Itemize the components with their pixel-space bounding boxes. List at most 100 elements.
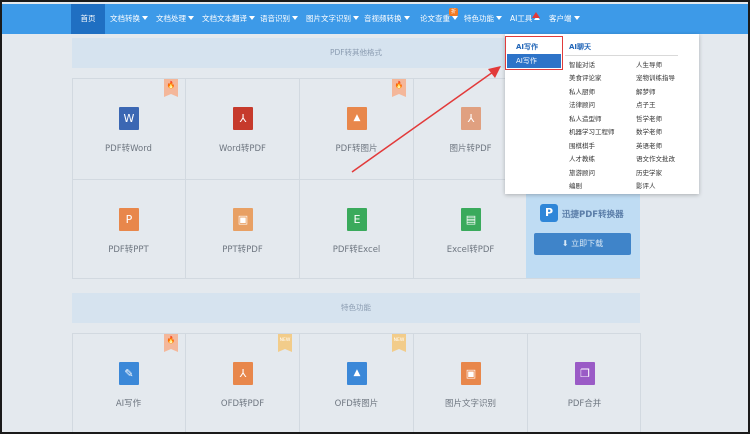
nav-client[interactable]: 客户端 xyxy=(549,4,580,34)
menu-item[interactable]: 机器学习工程师 xyxy=(569,126,615,136)
chevron-down-icon xyxy=(292,16,298,20)
menu-item[interactable]: 人才教练 xyxy=(569,153,595,163)
pdf-icon: ⅄ xyxy=(233,107,253,130)
menu-item[interactable]: 点子王 xyxy=(636,99,656,109)
nav-home[interactable]: 首页 xyxy=(71,4,105,34)
nav-label: 文档转换 xyxy=(110,14,140,23)
tool-label: Excel转PDF xyxy=(446,245,495,255)
tool-label: OFD转图片 xyxy=(334,399,379,409)
tool-tile[interactable]: 🔥 ▲ PDF转图片 xyxy=(300,79,413,178)
fire-badge: 🔥 xyxy=(164,334,178,352)
menu-item[interactable]: 数学老师 xyxy=(636,126,662,136)
nav-label: 客户端 xyxy=(549,14,572,23)
tool-tile[interactable]: 🔥 ✎ AI写作 xyxy=(72,334,185,432)
tool-label: AI写作 xyxy=(115,399,142,409)
tool-label: Word转PDF xyxy=(219,144,266,154)
ppt-icon: P xyxy=(119,208,139,231)
menu-item[interactable]: 英语老师 xyxy=(636,140,662,150)
nav-home-label: 首页 xyxy=(80,14,96,23)
nav-doc-process[interactable]: 文档处理 xyxy=(156,4,194,34)
new-badge: NEW xyxy=(278,334,292,352)
tool-label: OFD转PDF xyxy=(220,399,265,409)
fire-badge: 🔥 xyxy=(164,79,178,97)
menu-item[interactable]: 法律顾问 xyxy=(569,99,595,109)
image-icon: ▲ xyxy=(347,107,367,130)
nav-image-ocr[interactable]: 图片文字识别 xyxy=(306,4,359,34)
menu-item[interactable]: 解梦师 xyxy=(636,86,656,96)
ai-chat-header[interactable]: AI聊天 xyxy=(569,42,591,52)
pdf-icon: ⅄ xyxy=(461,107,481,130)
nav-features[interactable]: 特色功能 xyxy=(464,4,502,34)
menu-item[interactable]: 旅游顾问 xyxy=(569,167,595,177)
discount-badge: 折 xyxy=(449,8,458,16)
ppt-pdf-icon: ▣ xyxy=(233,208,253,231)
new-badge: NEW xyxy=(392,334,406,352)
browser-viewport: 首页 文档转换 文档处理 文档文本翻译 语音识别 图片文字识别 音视频转换 论文… xyxy=(0,0,750,434)
excel-pdf-icon: ▤ xyxy=(461,208,481,231)
tool-label: PPT转PDF xyxy=(222,245,263,255)
chevron-down-icon xyxy=(403,16,410,20)
tool-tile[interactable]: 🔥 W PDF转Word xyxy=(72,79,185,178)
nav-doc-convert[interactable]: 文档转换 xyxy=(110,4,148,34)
section-title-features: 特色功能 xyxy=(72,293,640,323)
tool-label: PDF转图片 xyxy=(335,144,378,154)
ai-writing-header[interactable]: AI写作 xyxy=(516,42,538,52)
nav-ai-tools[interactable]: AI工具 xyxy=(510,4,541,34)
merge-icon: ❐ xyxy=(575,362,595,385)
chevron-down-icon xyxy=(142,16,148,20)
promo-title: 迅捷PDF转换器 xyxy=(562,210,624,220)
tool-tile[interactable]: NEW ⅄ OFD转PDF xyxy=(186,334,299,432)
excel-icon: E xyxy=(347,208,367,231)
nav-label: 文档文本翻译 xyxy=(202,14,247,23)
main-nav: 首页 文档转换 文档处理 文档文本翻译 语音识别 图片文字识别 音视频转换 论文… xyxy=(2,4,748,34)
nav-label: 文档处理 xyxy=(156,14,186,23)
chevron-down-icon xyxy=(249,16,255,20)
menu-item[interactable]: 私人造型师 xyxy=(569,113,602,123)
tool-label: PDF转Excel xyxy=(332,245,381,255)
chevron-down-icon xyxy=(573,16,580,20)
ai-writing-item[interactable]: AI写作 xyxy=(507,54,561,68)
menu-item[interactable]: 影评人 xyxy=(636,180,656,190)
fire-badge: 🔥 xyxy=(392,79,406,97)
tool-tile[interactable]: ▣ 图片文字识别 xyxy=(414,334,527,432)
tool-label: PDF合并 xyxy=(567,399,602,409)
word-icon: W xyxy=(119,107,139,130)
ocr-icon: ▣ xyxy=(461,362,481,385)
menu-item[interactable]: 历史学家 xyxy=(636,167,662,177)
tool-tile[interactable]: NEW ▲ OFD转图片 xyxy=(300,334,413,432)
nav-label: 论文查重 xyxy=(420,14,450,23)
image-icon: ▲ xyxy=(347,362,367,385)
nav-av-convert[interactable]: 音视频转换 xyxy=(364,4,410,34)
nav-label: 特色功能 xyxy=(464,14,494,23)
app-logo: P xyxy=(540,204,558,222)
menu-item[interactable]: 美食评论家 xyxy=(569,72,602,82)
tool-tile[interactable]: P PDF转PPT xyxy=(72,180,185,279)
chevron-down-icon xyxy=(452,16,458,20)
menu-item[interactable]: 宠物训练指导 xyxy=(636,72,675,82)
nav-speech-recognition[interactable]: 语音识别 xyxy=(260,4,298,34)
tool-label: PDF转Word xyxy=(105,144,152,154)
pdf-icon: ⅄ xyxy=(233,362,253,385)
divider xyxy=(565,55,678,56)
tool-tile[interactable]: ▤ Excel转PDF xyxy=(414,180,527,279)
menu-item[interactable]: 智能对话 xyxy=(569,59,595,69)
tool-tile[interactable]: E PDF转Excel xyxy=(300,180,413,279)
menu-item[interactable]: 语文作文批改 xyxy=(636,153,675,163)
dropdown-left-column: AI写作 AI写作 xyxy=(505,34,563,194)
download-button[interactable]: ⬇ 立即下载 xyxy=(534,233,631,255)
menu-item[interactable]: 人生导师 xyxy=(636,59,662,69)
menu-item[interactable]: 围棋棋手 xyxy=(569,140,595,150)
nav-label: AI工具 xyxy=(510,14,533,23)
menu-item[interactable]: 哲学老师 xyxy=(636,113,662,123)
nav-label: 图片文字识别 xyxy=(306,14,351,23)
chevron-down-icon xyxy=(496,16,502,20)
tool-tile[interactable]: ▣ PPT转PDF xyxy=(186,180,299,279)
nav-doc-translate[interactable]: 文档文本翻译 xyxy=(202,4,255,34)
menu-item[interactable]: 私人厨师 xyxy=(569,86,595,96)
menu-item[interactable]: 编剧 xyxy=(569,180,582,190)
tool-tile[interactable]: ❐ PDF合并 xyxy=(528,334,641,432)
pen-icon: ✎ xyxy=(119,362,139,385)
chevron-down-icon xyxy=(188,16,194,20)
nav-label: 音视频转换 xyxy=(364,14,402,23)
tool-tile[interactable]: ⅄ Word转PDF xyxy=(186,79,299,178)
